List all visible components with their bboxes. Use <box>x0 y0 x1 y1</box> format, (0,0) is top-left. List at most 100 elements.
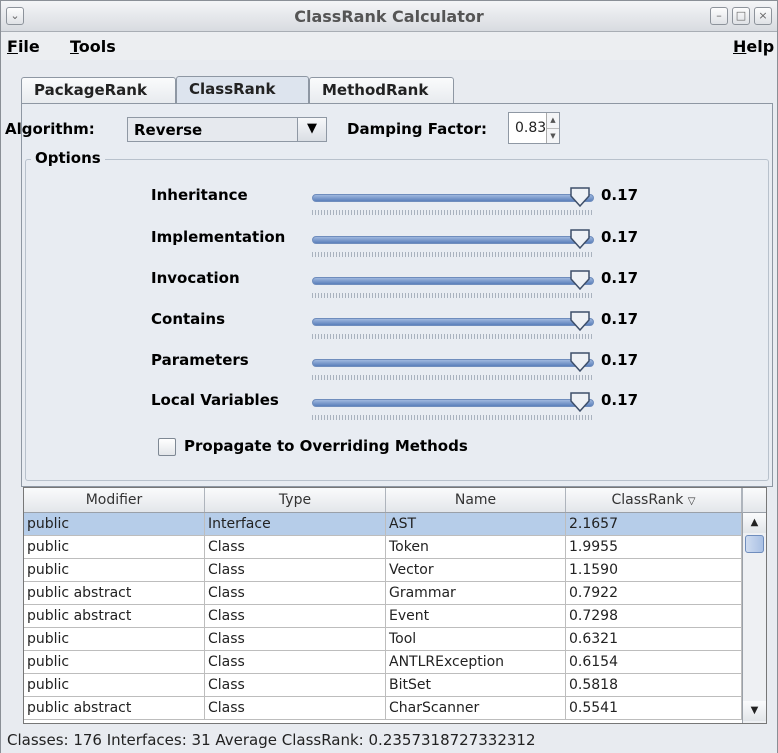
slider-value: 0.17 <box>601 269 639 287</box>
spinner-up-icon[interactable]: ▲ <box>547 113 559 128</box>
scrollbar-thumb[interactable] <box>745 535 764 553</box>
slider-track[interactable] <box>312 236 594 244</box>
vertical-scrollbar[interactable]: ▲ ▼ <box>742 513 766 723</box>
column-header-modifier[interactable]: Modifier <box>24 488 205 512</box>
cell-name: Vector <box>386 559 566 582</box>
cell-type: Interface <box>205 513 386 536</box>
slider-thumb[interactable] <box>569 351 591 373</box>
cell-classrank: 0.6154 <box>566 651 742 674</box>
slider-track[interactable] <box>312 318 594 326</box>
slider-track[interactable] <box>312 399 594 407</box>
damping-factor-label: Damping Factor: <box>347 120 487 138</box>
status-text: Classes: 176 Interfaces: 31 Average Clas… <box>7 731 536 749</box>
cell-modifier: public abstract <box>24 605 205 628</box>
slider-thumb[interactable] <box>569 310 591 332</box>
algorithm-value: Reverse <box>134 121 203 139</box>
table-row[interactable]: public Class BitSet 0.5818 <box>24 674 742 697</box>
options-legend: Options <box>31 149 105 167</box>
column-header-label: ClassRank <box>611 492 684 508</box>
close-icon[interactable]: × <box>754 7 772 25</box>
slider-label: Contains <box>151 310 226 328</box>
slider-thumb[interactable] <box>569 269 591 291</box>
damping-factor-spinner[interactable]: 0.83 ▲ ▼ <box>508 112 560 144</box>
slider-row: Inheritance 0.17 <box>1 186 778 226</box>
minimize-icon[interactable]: – <box>710 7 728 25</box>
damping-factor-value: 0.83 <box>515 120 547 136</box>
slider-row: Invocation 0.17 <box>1 269 778 309</box>
propagate-checkbox-label[interactable]: Propagate to Overriding Methods <box>184 437 468 455</box>
algorithm-select[interactable]: Reverse ▼ <box>127 117 327 142</box>
menu-help[interactable]: Help <box>733 37 774 56</box>
maximize-icon[interactable]: □ <box>732 7 750 25</box>
column-header-label: Name <box>454 492 497 508</box>
cell-modifier: public abstract <box>24 697 205 720</box>
table-row[interactable]: public abstract Class CharScanner 0.5541 <box>24 697 742 720</box>
tab-methodrank[interactable]: MethodRank <box>309 77 454 104</box>
scroll-down-icon[interactable]: ▼ <box>743 701 766 721</box>
cell-name: Event <box>386 605 566 628</box>
table-row[interactable]: public abstract Class Event 0.7298 <box>24 605 742 628</box>
slider-thumb[interactable] <box>569 391 591 413</box>
cell-classrank: 1.9955 <box>566 536 742 559</box>
slider-row: Local Variables 0.17 <box>1 391 778 431</box>
slider-ticks <box>312 252 594 257</box>
tab-label: ClassRank <box>189 80 276 98</box>
slider-thumb[interactable] <box>569 186 591 208</box>
cell-type: Class <box>205 628 386 651</box>
cell-classrank: 0.5818 <box>566 674 742 697</box>
tab-classrank[interactable]: ClassRank <box>176 76 309 104</box>
cell-modifier: public <box>24 559 205 582</box>
slider-ticks <box>312 334 594 339</box>
table-row[interactable]: public Class Tool 0.6321 <box>24 628 742 651</box>
cell-type: Class <box>205 697 386 720</box>
column-header-classrank[interactable]: ClassRank ▽ <box>566 488 742 512</box>
slider-thumb[interactable] <box>569 228 591 250</box>
menu-help-label: elp <box>746 37 775 56</box>
slider-track[interactable] <box>312 194 594 202</box>
menu-tools[interactable]: Tools <box>70 37 116 56</box>
cell-modifier: public <box>24 536 205 559</box>
column-header-type[interactable]: Type <box>205 488 386 512</box>
spinner-buttons: ▲ ▼ <box>546 113 559 143</box>
table-header: Modifier Type Name ClassRank ▽ <box>24 488 742 513</box>
cell-modifier: public abstract <box>24 582 205 605</box>
slider-row: Parameters 0.17 <box>1 351 778 391</box>
cell-type: Class <box>205 582 386 605</box>
table-row[interactable]: public Class Token 1.9955 <box>24 536 742 559</box>
menu-tools-mnemonic: T <box>70 37 79 56</box>
slider-ticks <box>312 375 594 380</box>
sort-descending-icon: ▽ <box>687 496 696 507</box>
cell-type: Class <box>205 605 386 628</box>
slider-track[interactable] <box>312 277 594 285</box>
menu-file[interactable]: File <box>7 37 40 56</box>
cell-type: Class <box>205 674 386 697</box>
slider-label: Parameters <box>151 351 249 369</box>
menu-bar: File Tools Help <box>1 32 777 60</box>
status-bar: Classes: 176 Interfaces: 31 Average Clas… <box>1 727 777 753</box>
app-window: ⌄ ClassRank Calculator – □ × File Tools … <box>0 0 778 753</box>
table-row[interactable]: public Class ANTLRException 0.6154 <box>24 651 742 674</box>
cell-type: Class <box>205 559 386 582</box>
cell-classrank: 1.1590 <box>566 559 742 582</box>
spinner-down-icon[interactable]: ▼ <box>547 128 559 143</box>
table-body: public Interface AST 2.1657 public Class Token… <box>24 513 742 723</box>
column-header-name[interactable]: Name <box>386 488 566 512</box>
tab-label: PackageRank <box>34 81 147 99</box>
slider-track[interactable] <box>312 359 594 367</box>
cell-name: AST <box>386 513 566 536</box>
chevron-down-icon[interactable]: ▼ <box>297 118 326 141</box>
cell-name: BitSet <box>386 674 566 697</box>
table-row[interactable]: public abstract Class Grammar 0.7922 <box>24 582 742 605</box>
title-bar[interactable]: ⌄ ClassRank Calculator – □ × <box>1 1 777 32</box>
slider-value: 0.17 <box>601 310 639 328</box>
slider-label: Invocation <box>151 269 240 287</box>
column-header-label: Modifier <box>85 492 143 508</box>
propagate-checkbox[interactable] <box>158 438 176 456</box>
slider-value: 0.17 <box>601 228 639 246</box>
table-row[interactable]: public Class Vector 1.1590 <box>24 559 742 582</box>
scroll-up-icon[interactable]: ▲ <box>743 513 766 533</box>
cell-modifier: public <box>24 628 205 651</box>
table-row[interactable]: public Interface AST 2.1657 <box>24 513 742 536</box>
cell-classrank: 0.6321 <box>566 628 742 651</box>
tab-packagerank[interactable]: PackageRank <box>21 77 176 104</box>
